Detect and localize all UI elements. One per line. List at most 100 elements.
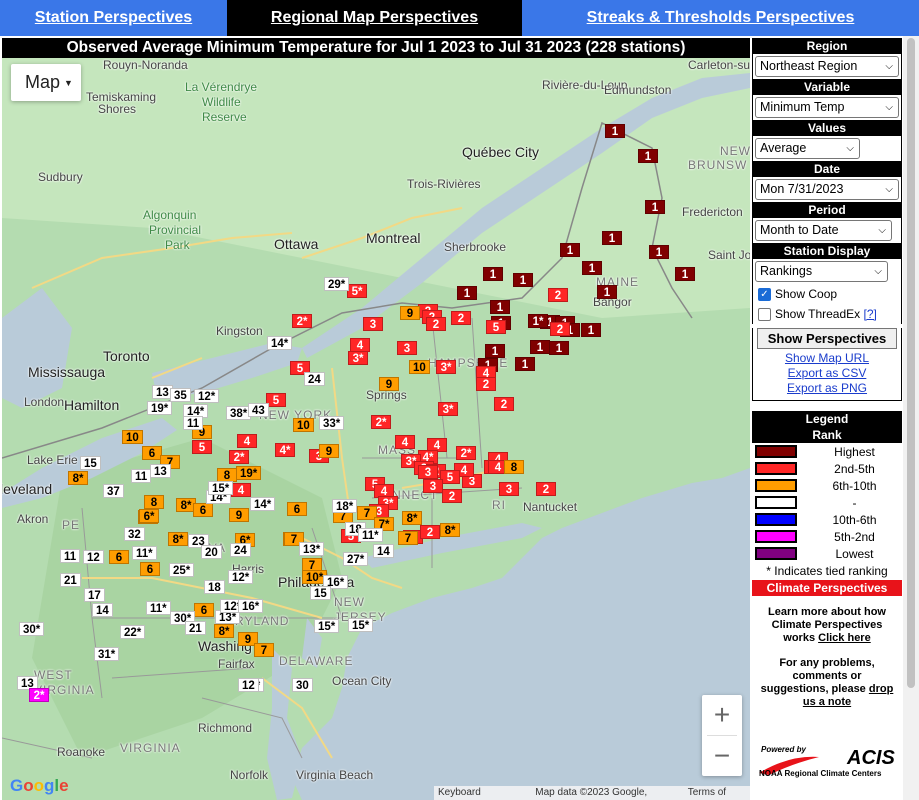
- station-rank-marker[interactable]: 7: [254, 643, 274, 657]
- station-rank-marker[interactable]: 3*: [348, 351, 368, 365]
- station-rank-marker[interactable]: 11: [131, 469, 152, 483]
- station-rank-marker[interactable]: 3: [363, 317, 383, 331]
- station-rank-marker[interactable]: 24: [304, 372, 325, 386]
- station-rank-marker[interactable]: 25*: [169, 563, 195, 577]
- station-rank-marker[interactable]: 5: [440, 470, 460, 484]
- station-rank-marker[interactable]: 2*: [229, 450, 249, 464]
- station-rank-marker[interactable]: 3: [397, 341, 417, 355]
- show-threadex-checkbox[interactable]: [758, 307, 771, 321]
- station-rank-marker[interactable]: 8: [217, 468, 237, 482]
- station-rank-marker[interactable]: 2: [476, 377, 496, 391]
- google-logo[interactable]: Google: [10, 776, 69, 796]
- station-rank-marker[interactable]: 43: [248, 403, 269, 417]
- station-rank-marker[interactable]: 8: [504, 460, 524, 474]
- station-rank-marker[interactable]: 11*: [132, 546, 157, 560]
- station-rank-marker[interactable]: 6: [109, 550, 129, 564]
- station-rank-marker[interactable]: 6: [140, 562, 160, 576]
- station-rank-marker[interactable]: 1: [645, 200, 665, 214]
- station-rank-marker[interactable]: 12: [238, 678, 259, 692]
- station-rank-marker[interactable]: 1: [490, 300, 510, 314]
- station-rank-marker[interactable]: 1: [483, 267, 503, 281]
- station-rank-marker[interactable]: 4*: [275, 443, 295, 457]
- station-rank-marker[interactable]: 14: [373, 544, 394, 558]
- station-rank-marker[interactable]: 6: [194, 603, 214, 617]
- map-type-button[interactable]: Map ▼: [11, 64, 81, 101]
- station-rank-marker[interactable]: 2: [426, 317, 446, 331]
- station-rank-marker[interactable]: 4: [395, 435, 415, 449]
- station-rank-marker[interactable]: 2: [550, 322, 570, 336]
- station-rank-marker[interactable]: 15: [80, 456, 101, 470]
- station-rank-marker[interactable]: 8*: [168, 532, 188, 546]
- station-rank-marker[interactable]: 17: [84, 588, 105, 602]
- acis-logo[interactable]: Powered by ACIS NOAA Regional Climate Ce…: [755, 745, 900, 781]
- period-select[interactable]: Month to Date ⌵: [755, 220, 892, 241]
- station-rank-marker[interactable]: 6*: [139, 509, 159, 523]
- station-rank-marker[interactable]: 2: [420, 525, 440, 539]
- station-rank-marker[interactable]: 14*: [267, 336, 293, 350]
- station-rank-marker[interactable]: 7: [398, 531, 418, 545]
- station-rank-marker[interactable]: 1: [597, 285, 617, 299]
- station-rank-marker[interactable]: 1: [602, 231, 622, 245]
- station-rank-marker[interactable]: 6: [287, 502, 307, 516]
- station-rank-marker[interactable]: 8*: [440, 523, 460, 537]
- station-rank-marker[interactable]: 1: [513, 273, 533, 287]
- region-select[interactable]: Northeast Region ⌵: [755, 56, 899, 77]
- station-rank-marker[interactable]: 1: [485, 344, 505, 358]
- station-rank-marker[interactable]: 1: [675, 267, 695, 281]
- station-rank-marker[interactable]: 3: [499, 482, 519, 496]
- station-rank-marker[interactable]: 1: [638, 149, 658, 163]
- station-rank-marker[interactable]: 4: [237, 434, 257, 448]
- map-canvas[interactable]: Rouyn-Noranda La Vérendrye Wildlife Reserve…: [2, 58, 750, 800]
- station-rank-marker[interactable]: 1*: [528, 314, 548, 328]
- station-rank-marker[interactable]: 3*: [436, 360, 456, 374]
- station-rank-marker[interactable]: 1: [530, 340, 550, 354]
- station-rank-marker[interactable]: 1: [457, 286, 477, 300]
- show-coop-checkbox[interactable]: ✓: [758, 287, 771, 301]
- station-rank-marker[interactable]: 5*: [347, 284, 367, 298]
- station-rank-marker[interactable]: 21: [60, 573, 81, 587]
- station-rank-marker[interactable]: 31*: [94, 647, 120, 661]
- station-rank-marker[interactable]: 22*: [120, 625, 146, 639]
- station-rank-marker[interactable]: 11*: [358, 528, 383, 542]
- station-rank-marker[interactable]: 2*: [29, 688, 49, 702]
- station-rank-marker[interactable]: 2*: [456, 446, 476, 460]
- station-rank-marker[interactable]: 12*: [194, 389, 220, 403]
- station-rank-marker[interactable]: 3: [418, 465, 438, 479]
- station-rank-marker[interactable]: 9: [319, 444, 339, 458]
- station-rank-marker[interactable]: 5: [486, 320, 506, 334]
- terms-of-use-link[interactable]: Terms of Use: [688, 786, 746, 800]
- click-here-link[interactable]: Click here: [818, 632, 871, 644]
- station-display-select[interactable]: Rankings ⌵: [755, 261, 888, 282]
- station-rank-marker[interactable]: 2*: [371, 415, 391, 429]
- station-rank-marker[interactable]: 8: [144, 495, 164, 509]
- station-rank-marker[interactable]: 33*: [319, 416, 345, 430]
- station-rank-marker[interactable]: 2: [494, 397, 514, 411]
- station-rank-marker[interactable]: 6: [193, 503, 213, 517]
- tab-station-perspectives[interactable]: Station Perspectives: [0, 0, 227, 36]
- station-rank-marker[interactable]: 14: [92, 603, 113, 617]
- export-csv-link[interactable]: Export as CSV: [753, 366, 901, 381]
- station-rank-marker[interactable]: 19*: [236, 466, 262, 480]
- station-rank-marker[interactable]: 13*: [299, 542, 325, 556]
- station-rank-marker[interactable]: 8*: [68, 471, 88, 485]
- zoom-in-button[interactable]: +: [702, 695, 742, 735]
- export-png-link[interactable]: Export as PNG: [753, 381, 901, 396]
- station-rank-marker[interactable]: 3: [423, 479, 443, 493]
- station-rank-marker[interactable]: 14*: [250, 497, 276, 511]
- station-rank-marker[interactable]: 5: [192, 440, 212, 454]
- station-rank-marker[interactable]: 3*: [438, 402, 458, 416]
- station-rank-marker[interactable]: 4: [231, 483, 251, 497]
- station-rank-marker[interactable]: 2: [548, 288, 568, 302]
- station-rank-marker[interactable]: 30*: [19, 622, 45, 636]
- station-rank-marker[interactable]: 18: [204, 580, 225, 594]
- station-rank-marker[interactable]: 2: [536, 482, 556, 496]
- date-select[interactable]: Mon 7/31/2023 ⌵: [755, 179, 899, 200]
- station-rank-marker[interactable]: 1: [560, 243, 580, 257]
- station-rank-marker[interactable]: 11*: [146, 601, 171, 615]
- station-rank-marker[interactable]: 1: [581, 323, 601, 337]
- tab-streaks-thresholds-perspectives[interactable]: Streaks & Thresholds Perspectives: [522, 0, 919, 36]
- station-rank-marker[interactable]: 37: [103, 484, 124, 498]
- station-rank-marker[interactable]: 1: [515, 357, 535, 371]
- variable-select[interactable]: Minimum Temp ⌵: [755, 97, 899, 118]
- station-rank-marker[interactable]: 4: [350, 338, 370, 352]
